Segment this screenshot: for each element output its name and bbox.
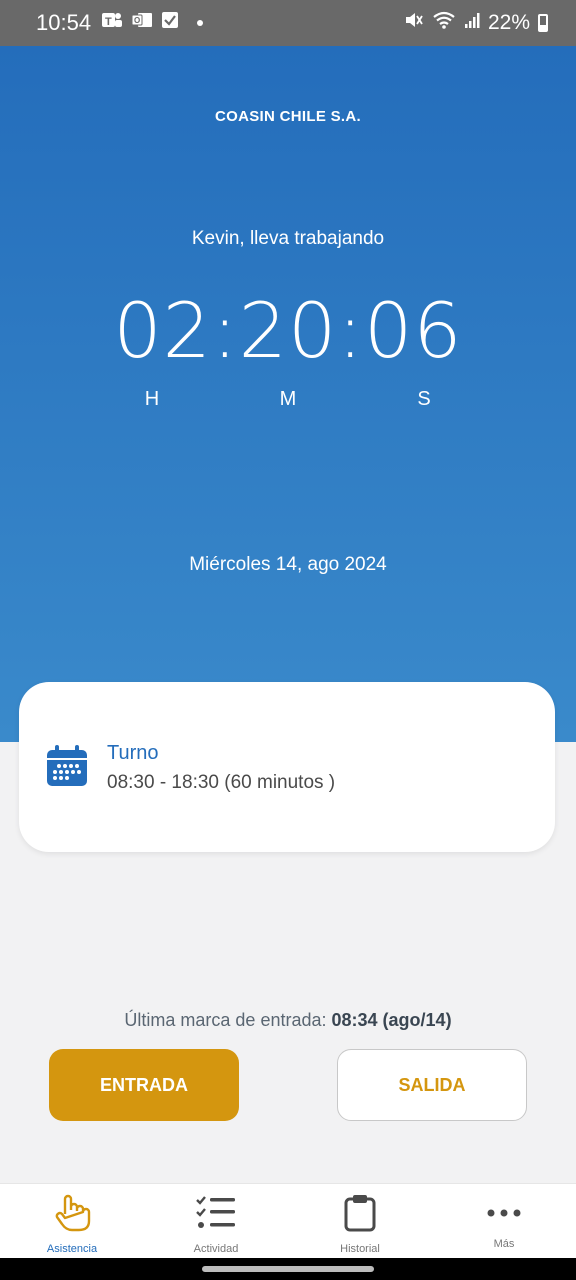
hours-unit-label: H: [144, 388, 160, 410]
teams-icon: T: [101, 10, 123, 36]
battery-percentage: 22%: [487, 11, 530, 34]
last-mark-value: 08:34 (ago/14): [331, 1010, 452, 1030]
nav-label-asistencia: Asistencia: [46, 1243, 98, 1255]
wifi-icon: [432, 10, 456, 36]
nav-label-mas: Más: [493, 1238, 515, 1250]
hero-section: COASIN CHILE S.A. Kevin, lleva trabajand…: [0, 46, 576, 742]
status-time: 10:54: [36, 10, 92, 35]
check-icon: [161, 11, 179, 35]
entrada-button[interactable]: ENTRADA: [49, 1049, 239, 1121]
nav-item-actividad[interactable]: Actividad: [144, 1184, 288, 1258]
greeting-text: Kevin, lleva trabajando: [191, 228, 385, 249]
gesture-bar: [0, 1258, 576, 1280]
nav-label-actividad: Actividad: [193, 1243, 239, 1255]
seconds-unit-label: S: [417, 388, 431, 410]
salida-button[interactable]: SALIDA: [337, 1049, 527, 1121]
mute-icon: [404, 10, 424, 36]
signal-icon: [464, 11, 480, 35]
nav-item-asistencia[interactable]: Asistencia: [0, 1184, 144, 1258]
svg-text:O: O: [134, 16, 140, 25]
battery-icon: [538, 14, 548, 32]
work-timer: 02:20:06: [113, 286, 463, 375]
nav-label-historial: Historial: [340, 1243, 380, 1255]
checklist-icon: [195, 1194, 237, 1237]
last-mark-label: Última marca de entrada:: [124, 1010, 327, 1030]
status-bar: 10:54 T O 22%: [0, 0, 576, 46]
more-icon: [487, 1194, 521, 1232]
shift-card: Turno 08:30 - 18:30 (60 minutos ): [19, 682, 555, 852]
minutes-unit-label: M: [279, 388, 297, 410]
bottom-nav: Asistencia Actividad Historial Más: [0, 1183, 576, 1258]
svg-text:T: T: [105, 16, 112, 28]
last-mark-info: Última marca de entrada: 08:34 (ago/14): [0, 1010, 576, 1031]
calendar-icon: [45, 744, 89, 793]
outlook-icon: O: [131, 10, 153, 36]
home-gesture-handle[interactable]: [202, 1266, 374, 1272]
notification-dot-icon: [197, 20, 204, 26]
shift-title: Turno: [107, 742, 159, 764]
nav-item-historial[interactable]: Historial: [288, 1184, 432, 1258]
hand-pointer-icon: [52, 1194, 92, 1237]
current-date: Miércoles 14, ago 2024: [189, 554, 387, 575]
shift-hours: 08:30 - 18:30 (60 minutos ): [107, 772, 336, 793]
clipboard-icon: [343, 1194, 377, 1237]
company-name: COASIN CHILE S.A.: [215, 108, 361, 125]
nav-item-mas[interactable]: Más: [432, 1184, 576, 1258]
